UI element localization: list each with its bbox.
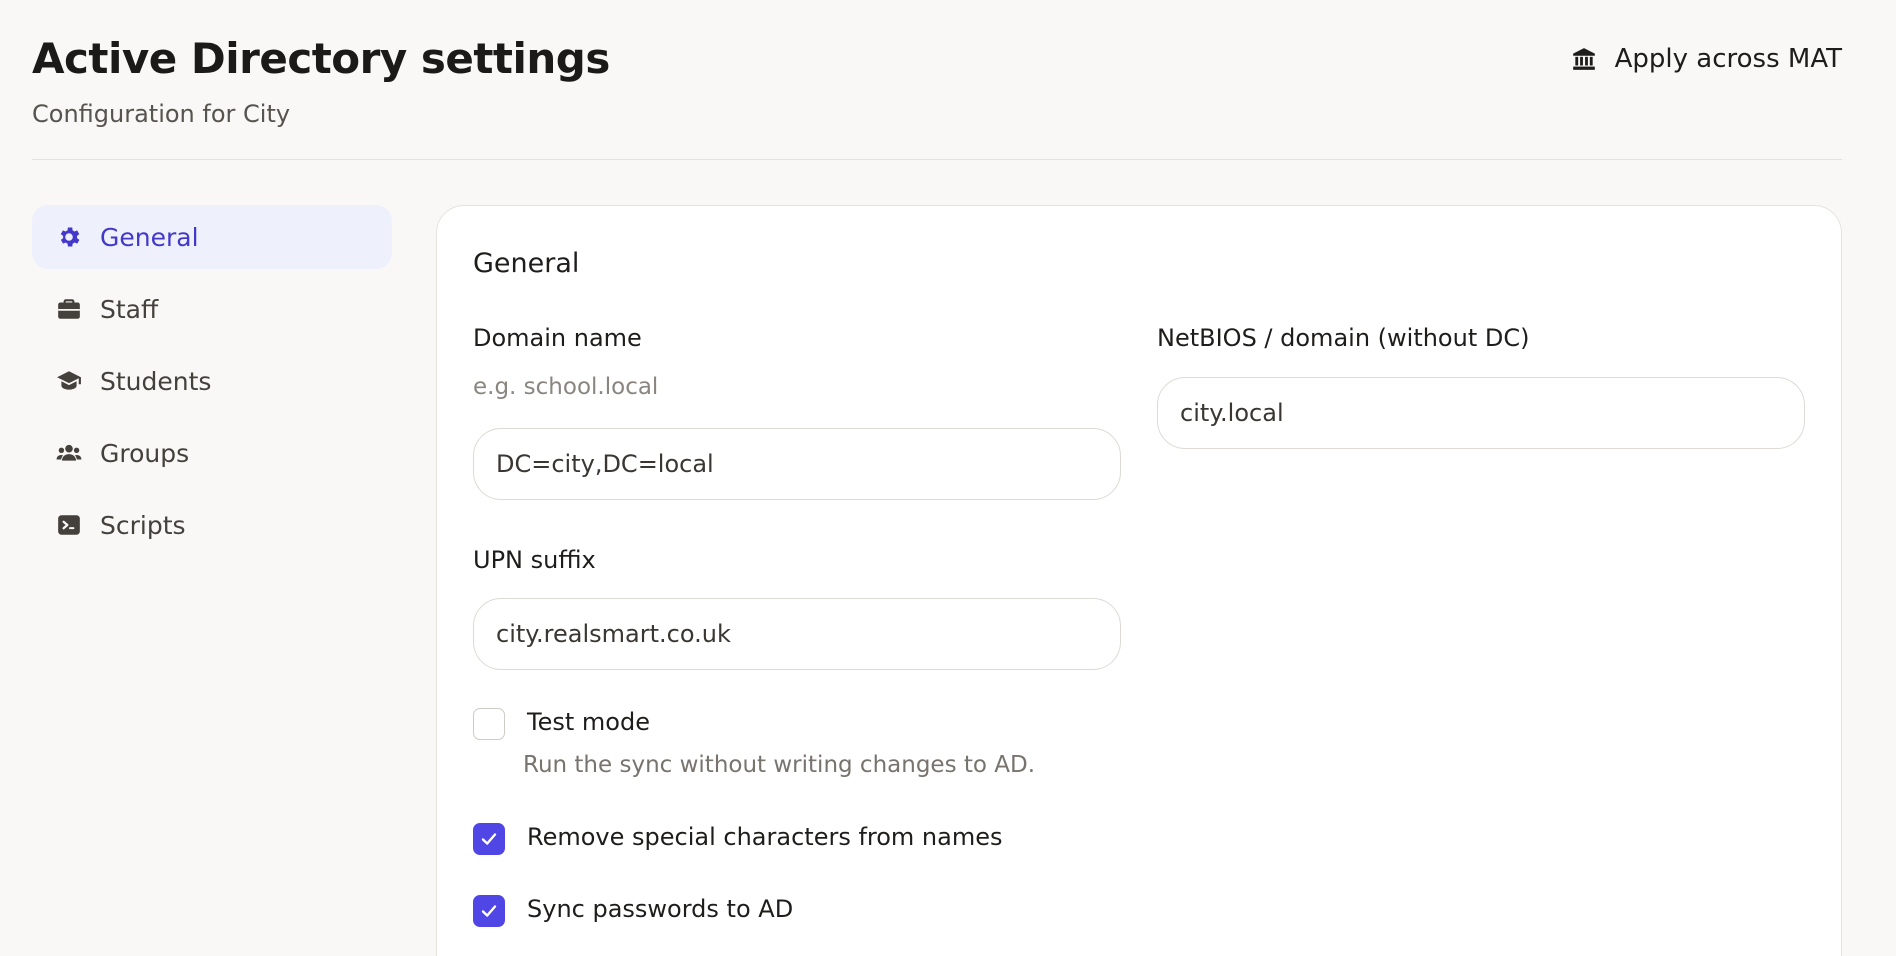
checkmark-icon bbox=[481, 905, 497, 917]
general-settings-card: General Domain name e.g. school.local Ne… bbox=[436, 205, 1842, 956]
sidebar-item-scripts[interactable]: Scripts bbox=[32, 493, 392, 557]
sidebar-item-general[interactable]: General bbox=[32, 205, 392, 269]
test-mode-label: Test mode bbox=[527, 708, 650, 736]
graduation-cap-icon bbox=[57, 371, 81, 390]
sync-passwords-checkbox[interactable] bbox=[473, 895, 505, 927]
sidebar-item-students[interactable]: Students bbox=[32, 349, 392, 413]
netbios-label: NetBIOS / domain (without DC) bbox=[1157, 324, 1530, 352]
sidebar-item-label: Scripts bbox=[100, 510, 186, 540]
sidebar-item-staff[interactable]: Staff bbox=[32, 277, 392, 341]
remove-special-characters-checkbox[interactable] bbox=[473, 823, 505, 855]
test-mode-description: Run the sync without writing changes to … bbox=[523, 752, 1036, 778]
header-divider bbox=[32, 159, 1842, 160]
sidebar-item-label: Staff bbox=[100, 294, 159, 324]
settings-sidebar: General Staff Students Groups Scripts bbox=[32, 205, 392, 565]
upn-suffix-label: UPN suffix bbox=[473, 546, 596, 574]
domain-name-input[interactable] bbox=[473, 428, 1121, 500]
gear-icon bbox=[60, 227, 80, 247]
test-mode-checkbox[interactable] bbox=[473, 708, 505, 740]
sidebar-item-label: General bbox=[100, 222, 199, 252]
page-header: Active Directory settings Configuration … bbox=[32, 30, 1864, 130]
sidebar-item-label: Students bbox=[100, 366, 212, 396]
upn-suffix-input[interactable] bbox=[473, 598, 1121, 670]
sync-passwords-label: Sync passwords to AD bbox=[527, 895, 794, 923]
netbios-input[interactable] bbox=[1157, 377, 1805, 449]
briefcase-icon bbox=[58, 299, 80, 319]
terminal-icon bbox=[58, 515, 80, 535]
sidebar-item-label: Groups bbox=[100, 438, 190, 468]
bank-icon bbox=[1572, 48, 1595, 70]
checkmark-icon bbox=[481, 833, 497, 845]
apply-across-mat-button[interactable]: Apply across MAT bbox=[1549, 30, 1864, 88]
users-icon bbox=[56, 444, 82, 461]
remove-special-characters-label: Remove special characters from names bbox=[527, 823, 1003, 851]
domain-name-hint: e.g. school.local bbox=[473, 374, 659, 400]
apply-across-mat-label: Apply across MAT bbox=[1614, 44, 1842, 74]
card-title: General bbox=[473, 248, 580, 279]
sidebar-item-groups[interactable]: Groups bbox=[32, 421, 392, 485]
domain-name-label: Domain name bbox=[473, 324, 642, 352]
page-subtitle: Configuration for City bbox=[32, 100, 291, 128]
